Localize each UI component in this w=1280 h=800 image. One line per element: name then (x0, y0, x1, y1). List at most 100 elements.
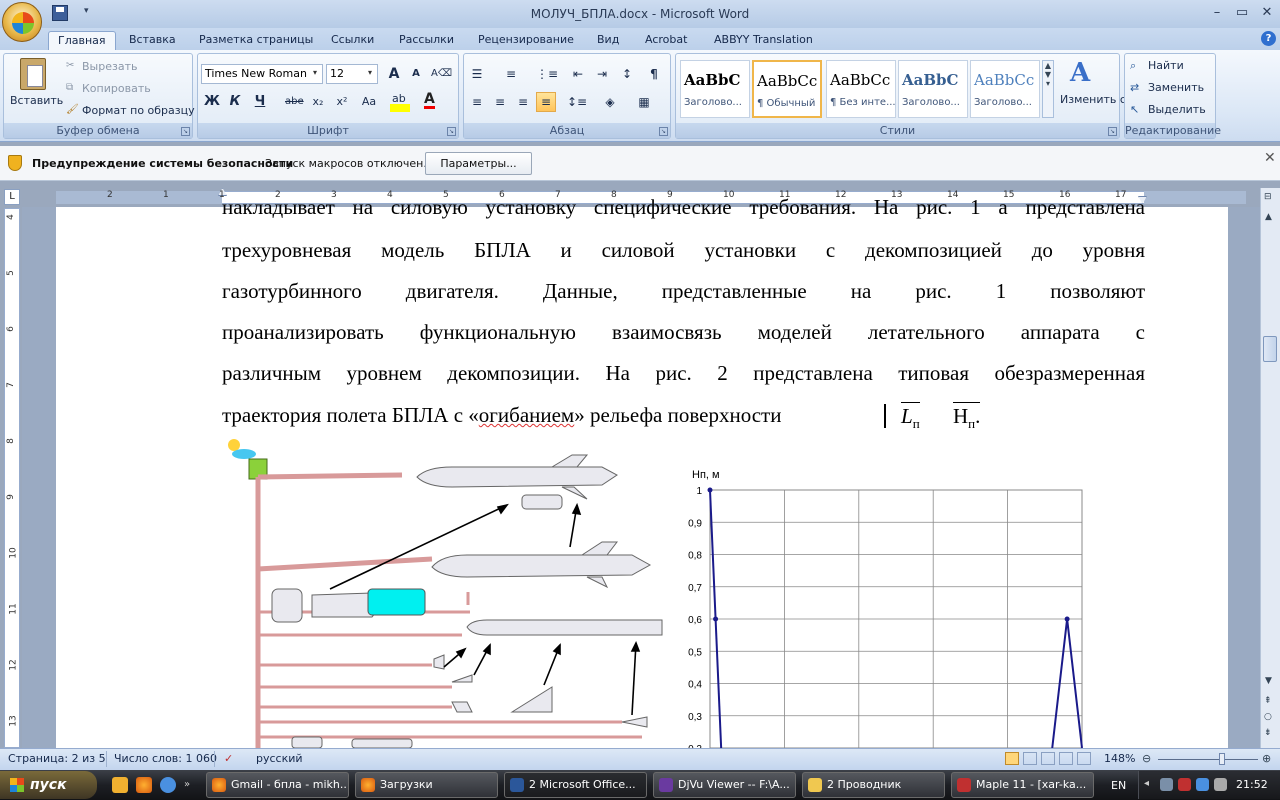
security-close-icon[interactable]: ✕ (1264, 150, 1276, 166)
styles-launcher-icon[interactable]: ↘ (1108, 127, 1117, 136)
select-button[interactable]: Выделить (1148, 103, 1206, 116)
tab-references[interactable]: Ссылки (322, 31, 383, 50)
font-color-icon[interactable]: A (424, 92, 435, 109)
scroll-thumb[interactable] (1263, 336, 1277, 362)
tab-abbyy[interactable]: ABBYY Translation (705, 31, 822, 50)
bullets-icon[interactable]: ☰ (467, 64, 487, 84)
shading-icon[interactable]: ◈ (600, 92, 620, 112)
zoom-out-icon[interactable]: ⊖ (1142, 752, 1151, 765)
status-words[interactable]: Число слов: 1 060 (114, 752, 217, 765)
next-page-icon[interactable]: ⇟ (1264, 728, 1272, 738)
quicklaunch-more-icon[interactable]: » (184, 779, 190, 790)
tab-review[interactable]: Рецензирование (469, 31, 583, 50)
replace-button[interactable]: Заменить (1148, 81, 1204, 94)
tab-page-layout[interactable]: Разметка страницы (190, 31, 322, 50)
zoom-in-icon[interactable]: ⊕ (1262, 752, 1271, 765)
prev-page-icon[interactable]: ⇞ (1264, 696, 1272, 706)
italic-button[interactable]: К (225, 92, 245, 112)
zoom-slider[interactable] (1158, 759, 1258, 760)
tab-view[interactable]: Вид (588, 31, 628, 50)
superscript-button[interactable]: x² (332, 92, 352, 112)
task-gmail[interactable]: Gmail - бпла - mikh... (206, 772, 349, 798)
font-family-select[interactable]: Times New Roman (201, 64, 323, 84)
sort-icon[interactable]: ↕ (617, 64, 637, 84)
decrease-indent-icon[interactable]: ⇤ (568, 64, 588, 84)
tab-insert[interactable]: Вставка (120, 31, 185, 50)
tray-volume-icon[interactable] (1214, 778, 1227, 791)
align-right-icon[interactable]: ≡ (513, 92, 533, 112)
task-maple[interactable]: Maple 11 - [xar-ka... (951, 772, 1094, 798)
find-button[interactable]: Найти (1148, 59, 1184, 72)
status-page[interactable]: Страница: 2 из 5 (8, 752, 106, 765)
highlight-icon[interactable] (390, 104, 410, 112)
language-indicator[interactable]: EN (1111, 779, 1126, 792)
outline-icon[interactable] (1059, 752, 1073, 765)
font-launcher-icon[interactable]: ↘ (447, 127, 456, 136)
align-center-icon[interactable]: ≡ (490, 92, 510, 112)
print-layout-icon[interactable] (1005, 752, 1019, 765)
borders-icon[interactable]: ▦ (634, 92, 654, 112)
tray-bluetooth-icon[interactable] (1196, 778, 1209, 791)
subscript-button[interactable]: x₂ (308, 92, 328, 112)
scroll-split-icon[interactable]: ⊟ (1264, 192, 1272, 202)
format-painter-button[interactable]: Формат по образцу (82, 104, 195, 117)
change-styles-button[interactable]: Изменить стили (1060, 94, 1154, 106)
task-explorer[interactable]: 2 Проводник (802, 772, 945, 798)
tray-network-icon[interactable] (1160, 778, 1173, 791)
paste-button[interactable]: Вставить (10, 94, 63, 107)
copy-button[interactable]: Копировать (82, 82, 151, 95)
quicklaunch-search-icon[interactable] (160, 777, 176, 793)
change-case-button[interactable]: Aa (357, 92, 381, 112)
align-justify-icon[interactable]: ≡ (536, 92, 556, 112)
styles-scroll-icon[interactable]: ▲ ▼ ▾ (1042, 60, 1054, 118)
style-normal[interactable]: AaBbCc ¶ Обычный (752, 60, 822, 118)
tab-home[interactable]: Главная (48, 31, 116, 50)
align-left-icon[interactable]: ≡ (467, 92, 487, 112)
scroll-up-icon[interactable]: ▲ (1265, 212, 1272, 222)
zoom-level[interactable]: 148% (1104, 752, 1135, 765)
draft-icon[interactable] (1077, 752, 1091, 765)
style-no-spacing[interactable]: AaBbCc ¶ Без инте... (826, 60, 896, 118)
cut-button[interactable]: Вырезать (82, 60, 137, 73)
clipboard-launcher-icon[interactable]: ↘ (181, 127, 190, 136)
browse-object-icon[interactable]: ○ (1264, 712, 1272, 722)
grow-font-button[interactable]: A (384, 64, 404, 84)
quicklaunch-mail-icon[interactable] (112, 777, 128, 793)
font-family-dropdown-icon[interactable]: ▾ (313, 68, 317, 77)
office-button[interactable] (2, 2, 42, 42)
reading-layout-icon[interactable] (1023, 752, 1037, 765)
close-button[interactable]: ✕ (1256, 4, 1278, 22)
paragraph-launcher-icon[interactable]: ↘ (659, 127, 668, 136)
font-size-dropdown-icon[interactable]: ▾ (368, 68, 372, 77)
clear-format-icon[interactable]: A⌫ (430, 64, 452, 84)
show-formatting-button[interactable]: ¶ (644, 64, 664, 84)
paste-icon[interactable] (20, 58, 46, 90)
task-office[interactable]: 2 Microsoft Office... (504, 772, 647, 798)
proofing-icon[interactable]: ✓ (224, 752, 233, 765)
multilevel-list-icon[interactable]: ⋮≡ (535, 64, 558, 84)
change-styles-icon[interactable]: A (1070, 58, 1090, 88)
style-heading1[interactable]: AaBbC Заголово... (680, 60, 750, 118)
help-icon[interactable]: ? (1261, 31, 1276, 46)
web-layout-icon[interactable] (1041, 752, 1055, 765)
shrink-font-button[interactable]: A (406, 64, 426, 84)
tab-selector[interactable]: L (4, 189, 20, 205)
increase-indent-icon[interactable]: ⇥ (592, 64, 612, 84)
style-heading2[interactable]: AaBbC Заголово... (898, 60, 968, 118)
tab-mailings[interactable]: Рассылки (390, 31, 463, 50)
task-downloads[interactable]: Загрузки (355, 772, 498, 798)
underline-button[interactable]: Ч (250, 92, 270, 112)
security-options-button[interactable]: Параметры... (425, 152, 532, 175)
style-heading3[interactable]: AaBbCc Заголово... (970, 60, 1040, 118)
minimize-button[interactable]: – (1206, 4, 1228, 22)
strikethrough-button[interactable]: abe (284, 92, 304, 112)
vertical-scrollbar[interactable] (1260, 188, 1280, 748)
tray-expand-icon[interactable]: ◂ (1144, 778, 1149, 789)
tray-antivirus-icon[interactable] (1178, 778, 1191, 791)
status-language[interactable]: русский (256, 752, 303, 765)
quicklaunch-firefox-icon[interactable] (136, 777, 152, 793)
maximize-button[interactable]: ▭ (1231, 4, 1253, 22)
line-spacing-icon[interactable]: ↕≡ (566, 92, 587, 112)
numbering-icon[interactable]: ≡ (501, 64, 521, 84)
tab-acrobat[interactable]: Acrobat (636, 31, 696, 50)
